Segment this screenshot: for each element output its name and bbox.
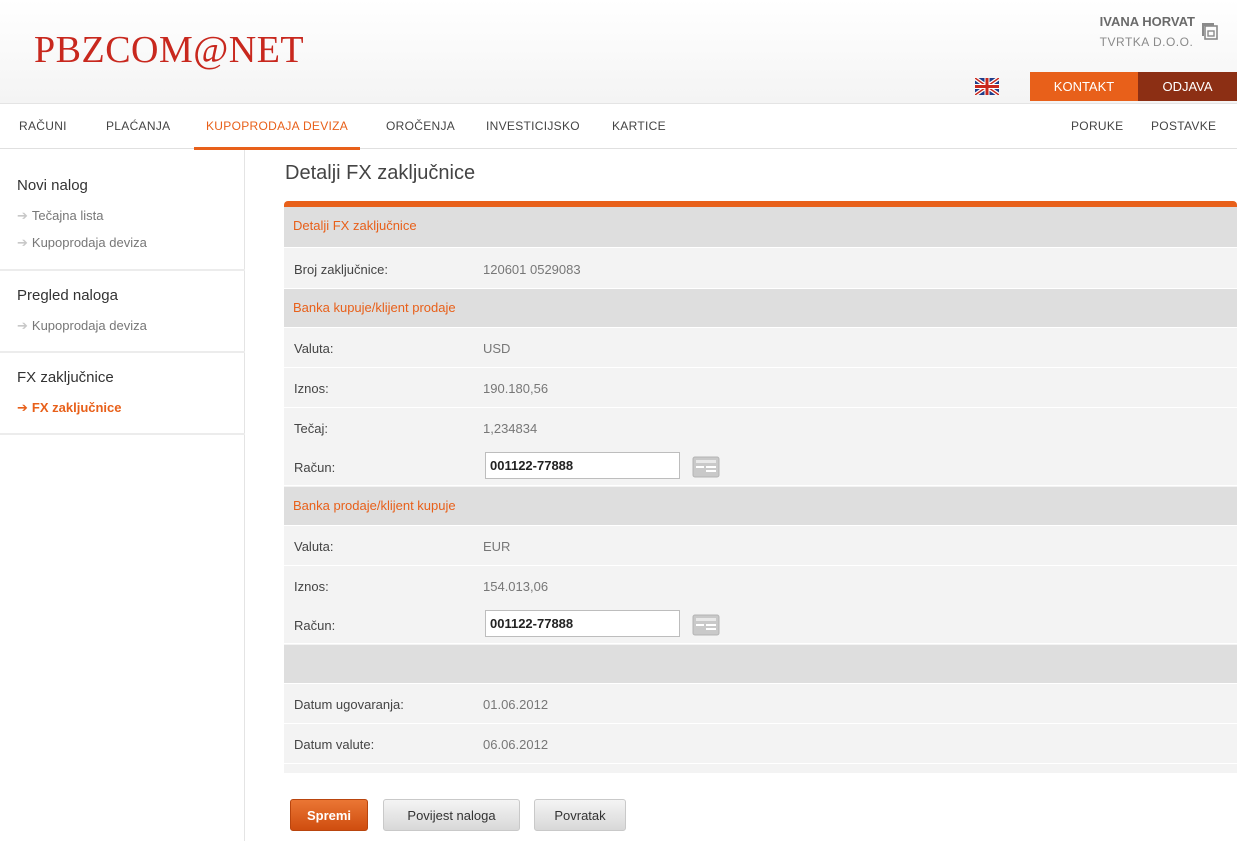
field-value: 154.013,06 <box>483 579 549 594</box>
nav-item-racuni[interactable]: RAČUNI <box>19 104 67 149</box>
logout-icon[interactable] <box>1200 22 1220 42</box>
contact-button[interactable]: KONTAKT <box>1030 72 1138 101</box>
arrow-right-icon: ➔ <box>17 208 28 223</box>
field-label: Valuta: <box>294 539 334 554</box>
field-label: Datum ugovaranja: <box>294 697 404 712</box>
row-spacer <box>284 645 1237 684</box>
row-buy-currency: Valuta: USD <box>284 329 1237 368</box>
row-contract-date: Datum ugovaranja: 01.06.2012 <box>284 685 1237 724</box>
field-value: EUR <box>483 539 511 554</box>
sidebar-section-order-review: Pregled naloga ➔ Kupoprodaja deviza <box>0 271 245 353</box>
field-value: 190.180,56 <box>483 381 549 396</box>
section-title: Banka prodaje/klijent kupuje <box>293 498 456 513</box>
field-value: 01.06.2012 <box>483 697 549 712</box>
save-button[interactable]: Spremi <box>290 799 368 831</box>
section-title: Detalji FX zaključnice <box>293 218 417 233</box>
sidebar: Novi nalog ➔ Tečajna lista ➔ Kupoprodaja d… <box>0 150 245 841</box>
header: PBZCOM@NET IVANA HORVAT TVRTKA D.O.O. KO… <box>0 0 1237 103</box>
row-sell-currency: Valuta: EUR <box>284 527 1237 566</box>
row-buy-rate: Tečaj: 1,234834 <box>284 409 1237 448</box>
field-value: 06.06.2012 <box>483 737 549 752</box>
main-nav: RAČUNI PLAĆANJA KUPOPRODAJA DEVIZA OROČE… <box>0 103 1237 150</box>
nav-item-orocenja[interactable]: OROČENJA <box>386 104 455 149</box>
field-value: USD <box>483 341 511 356</box>
row-sell-account: Račun: <box>284 605 1237 644</box>
field-label: Iznos: <box>294 381 329 396</box>
field-label: Datum valute: <box>294 737 375 752</box>
field-label: Račun: <box>294 460 336 475</box>
back-button[interactable]: Povratak <box>534 799 626 831</box>
sidebar-section-new-order: Novi nalog ➔ Tečajna lista ➔ Kupoprodaja d… <box>0 150 245 271</box>
nav-item-postavke[interactable]: POSTAVKE <box>1151 104 1216 149</box>
section-header-bank-buys: Banka kupuje/klijent prodaje <box>284 289 1237 328</box>
page-title: Detalji FX zaključnice <box>285 162 476 184</box>
field-label: Račun: <box>294 618 336 633</box>
field-label: Tečaj: <box>294 421 328 436</box>
field-label: Broj zaključnice: <box>294 262 388 277</box>
row-buy-amount: Iznos: 190.180,56 <box>284 369 1237 408</box>
buy-account-input[interactable] <box>485 452 680 479</box>
sell-account-input[interactable] <box>485 610 680 637</box>
order-history-button[interactable]: Povijest naloga <box>383 799 520 831</box>
sidebar-title: Novi nalog <box>17 177 88 194</box>
field-label: Valuta: <box>294 341 334 356</box>
nav-item-kupoprodaja-deviza[interactable]: KUPOPRODAJA DEVIZA <box>193 104 361 150</box>
section-header-bank-sells: Banka prodaje/klijent kupuje <box>284 487 1237 526</box>
field-value: 120601 0529083 <box>483 262 581 277</box>
nav-item-placanja[interactable]: PLAĆANJA <box>106 104 170 149</box>
account-picker-icon[interactable] <box>692 456 720 478</box>
row-value-date: Datum valute: 06.06.2012 <box>284 725 1237 764</box>
logo[interactable]: PBZCOM@NET <box>34 28 304 72</box>
arrow-right-icon: ➔ <box>17 318 28 333</box>
row-deal-number: Broj zaključnice: 120601 0529083 <box>284 250 1237 289</box>
sidebar-link-fx-trading[interactable]: ➔ Kupoprodaja deviza <box>17 235 147 251</box>
arrow-right-icon: ➔ <box>17 400 28 415</box>
logout-button[interactable]: ODJAVA <box>1138 72 1237 101</box>
sidebar-title: FX zaključnice <box>17 369 114 386</box>
row-sell-amount: Iznos: 154.013,06 <box>284 567 1237 606</box>
sidebar-link-fx-trading-review[interactable]: ➔ Kupoprodaja deviza <box>17 318 147 334</box>
nav-item-investicijsko[interactable]: INVESTICIJSKO <box>486 104 580 149</box>
section-title: Banka kupuje/klijent prodaje <box>293 300 456 315</box>
sidebar-link-exchange-rates[interactable]: ➔ Tečajna lista <box>17 208 103 224</box>
user-name: IVANA HORVAT <box>1099 14 1195 29</box>
user-info: IVANA HORVAT TVRTKA D.O.O. <box>1100 14 1195 49</box>
section-header-details: Detalji FX zaključnice <box>284 207 1237 248</box>
account-picker-icon[interactable] <box>692 614 720 636</box>
sidebar-link-fx-deals[interactable]: ➔ FX zaključnice <box>17 400 122 416</box>
sidebar-title: Pregled naloga <box>17 287 118 304</box>
field-label: Iznos: <box>294 579 329 594</box>
nav-item-poruke[interactable]: PORUKE <box>1071 104 1123 149</box>
arrow-right-icon: ➔ <box>17 235 28 250</box>
nav-item-kartice[interactable]: KARTICE <box>612 104 666 149</box>
sidebar-section-fx-deals: FX zaključnice ➔ FX zaključnice <box>0 353 245 435</box>
uk-flag-icon[interactable] <box>975 78 999 95</box>
field-value: 1,234834 <box>483 421 538 436</box>
row-buy-account: Račun: <box>284 447 1237 486</box>
company-name: TVRTKA D.O.O. <box>1099 35 1194 49</box>
